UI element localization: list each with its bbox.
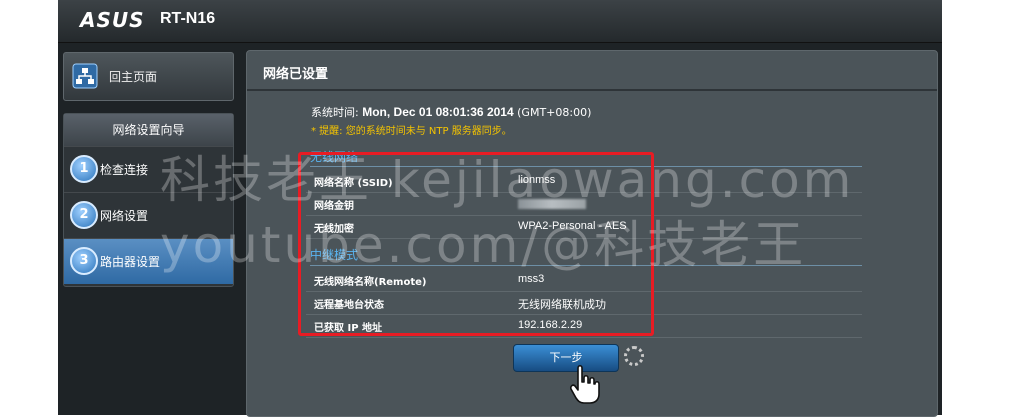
system-time-value: Mon, Dec 01 08:01:36 2014 <box>362 105 514 119</box>
system-time-label: 系统时间: <box>311 106 359 119</box>
step-number-3: 3 <box>70 247 98 275</box>
step-check-connection[interactable]: 1 检查连接 <box>64 146 233 192</box>
step-network-settings[interactable]: 2 网络设置 <box>64 192 233 238</box>
asus-logo: ASUS <box>80 8 145 32</box>
wizard-title: 网络设置向导 <box>64 114 233 146</box>
system-time: 系统时间: Mon, Dec 01 08:01:36 2014 (GMT+08:… <box>311 104 591 120</box>
setup-wizard: 网络设置向导 1 检查连接 2 网络设置 3 路由器设置 <box>63 113 234 287</box>
step-label: 路由器设置 <box>100 255 161 269</box>
divider <box>247 89 937 91</box>
highlight-box <box>298 152 654 336</box>
network-icon <box>72 63 98 89</box>
timezone: (GMT+08:00) <box>517 106 592 119</box>
next-button[interactable]: 下一步 <box>513 344 619 372</box>
hand-cursor-icon <box>570 364 600 404</box>
model-name: RT-N16 <box>160 10 216 27</box>
step-router-settings[interactable]: 3 路由器设置 <box>64 238 233 284</box>
home-label: 回主页面 <box>109 70 158 84</box>
ntp-warning: * 提醒: 您的系统时间未与 NTP 服务器同步。 <box>311 126 512 137</box>
step-number-1: 1 <box>70 155 98 183</box>
loading-spinner-icon <box>624 346 644 366</box>
home-button[interactable]: 回主页面 <box>63 52 234 101</box>
step-label: 网络设置 <box>100 209 149 223</box>
panel-title: 网络已设置 <box>263 67 329 82</box>
step-number-2: 2 <box>70 201 98 229</box>
step-label: 检查连接 <box>100 163 149 177</box>
